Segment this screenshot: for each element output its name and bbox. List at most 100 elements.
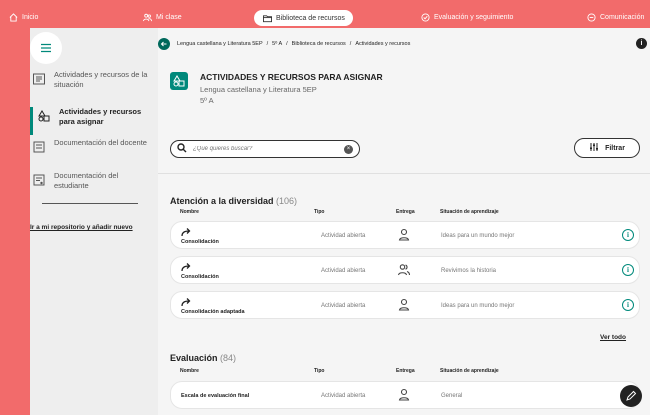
person-icon [397,388,411,402]
row-type: Actividad abierta [321,393,366,399]
chat-icon [586,13,596,23]
section-title-text: Evaluación [170,353,218,363]
info-button[interactable]: i [636,38,647,49]
sliders-icon [589,142,599,154]
filter-label: Filtrar [605,144,625,152]
info-icon[interactable]: i [622,229,634,241]
arrow-left-icon [160,41,167,47]
section-count: (84) [220,353,237,363]
shapes-icon [37,109,51,123]
row-name: Consolidación [181,274,219,280]
nav-comunicacion[interactable]: Comunicación [586,10,644,25]
row-type: Actividad abierta [321,268,366,274]
filter-button[interactable]: Filtrar [574,138,640,158]
app-frame: Actividades y recursos de la situación A… [30,28,650,415]
sidebar: Actividades y recursos de la situación A… [30,28,150,415]
row-situation: General [441,393,463,399]
row-situation: Ideas para un mundo mejor [441,233,515,239]
table-row[interactable]: Escala de evaluación final Actividad abi… [170,381,640,409]
column-header-name: Nombre [180,368,199,374]
row-situation: Ideas para un mundo mejor [441,303,515,309]
column-header-type: Tipo [314,368,325,374]
nav-label: Evaluación y seguimiento [434,14,514,21]
sidebar-divider [42,203,138,204]
content-divider [158,173,650,174]
breadcrumb: Lengua castellana y Literatura 5EP / 5º … [158,38,410,50]
group-label: 5º A [200,95,214,105]
main-content: Lengua castellana y Literatura 5EP / 5º … [158,28,650,415]
pencil-icon [626,390,637,401]
sidebar-item-docente[interactable]: Documentación del docente [30,138,150,154]
help-fab-button[interactable] [620,385,642,407]
nav-label: Inicio [22,14,39,21]
info-icon[interactable]: i [622,264,634,276]
column-header-delivery: Entrega [396,368,415,374]
row-name: Consolidación adaptada [181,309,245,315]
list-box-icon [32,72,46,86]
section-title: Atención a la diversidad (106) [170,196,297,206]
table-row[interactable]: Consolidación adaptada Actividad abierta… [170,291,640,319]
page-title: ACTIVIDADES Y RECURSOS PARA ASIGNAR [200,72,383,82]
sidebar-item-situacion[interactable]: Actividades y recursos de la situación [30,70,150,90]
column-header-type: Tipo [314,209,325,215]
search-box: × [170,140,360,158]
back-button[interactable] [158,38,170,50]
sidebar-item-label: Documentación del docente [54,138,147,147]
person-icon [397,298,411,312]
search-input[interactable] [193,146,344,152]
breadcrumb-item[interactable]: 5º A [272,41,282,47]
repository-link[interactable]: Ir a mi repositorio y añadir nuevo [30,223,148,232]
nav-evaluacion[interactable]: Evaluación y seguimiento [420,10,513,25]
menu-button[interactable] [30,32,62,64]
home-icon [8,13,18,23]
table-row[interactable]: Consolidación Actividad abierta Revivimo… [170,256,640,284]
document-user-icon [32,173,46,187]
see-all-link[interactable]: Ver todo [600,334,626,341]
row-type: Actividad abierta [321,233,366,239]
sidebar-item-label: Actividades y recursos para asignar [59,107,142,126]
column-header-situation: Situación de aprendizaje [440,209,499,215]
folder-icon [262,13,272,23]
sidebar-item-asignar[interactable]: Actividades y recursos para asignar [30,107,150,135]
page-header: ACTIVIDADES Y RECURSOS PARA ASIGNAR Leng… [170,68,520,128]
section-title: Evaluación (84) [170,353,236,363]
search-icon [177,143,187,155]
people-icon [142,13,152,23]
section-title-text: Atención a la diversidad [170,196,274,206]
breadcrumb-separator: / [266,41,269,47]
nav-label: Biblioteca de recursos [276,14,345,22]
column-header-delivery: Entrega [396,209,415,215]
column-header-situation: Situación de aprendizaje [440,368,499,374]
row-name: Escala de evaluación final [181,393,250,399]
row-name: Consolidación [181,239,219,245]
document-icon [32,140,46,154]
section-count: (106) [276,196,298,206]
row-situation: Revivimos la historia [441,268,497,274]
nav-mi-clase[interactable]: Mi clase [142,10,182,25]
person-icon [397,228,411,242]
clear-search-button[interactable]: × [344,144,353,154]
breadcrumb-item[interactable]: Biblioteca de recursos [292,41,346,47]
nav-biblioteca[interactable]: Biblioteca de recursos [254,10,353,26]
shapes-icon [170,72,188,90]
nav-inicio[interactable]: Inicio [8,10,38,25]
breadcrumb-item[interactable]: Lengua castellana y Literatura 5EP [177,41,263,47]
nav-label: Mi clase [156,14,182,21]
sidebar-item-label: Actividades y recursos de la situación [54,70,148,89]
group-icon [397,263,411,277]
sidebar-item-label: Documentación del estudiante [54,171,119,190]
breadcrumb-item: Actividades y recursos [355,41,411,47]
nav-label: Comunicación [600,14,645,21]
page-subtitle: Lengua castellana y Literatura 5EP 5º A [200,85,317,107]
check-badge-icon [420,13,430,23]
sidebar-item-estudiante[interactable]: Documentación del estudiante [30,171,150,191]
row-type: Actividad abierta [321,303,366,309]
breadcrumb-separator: / [349,41,352,47]
subject-label: Lengua castellana y Literatura 5EP [200,85,317,94]
hamburger-icon [41,43,51,53]
table-row[interactable]: Consolidación Actividad abierta Ideas pa… [170,221,640,249]
breadcrumb-separator: / [286,41,288,47]
column-header-name: Nombre [180,209,199,215]
close-icon: × [346,146,351,152]
info-icon[interactable]: i [622,299,634,311]
